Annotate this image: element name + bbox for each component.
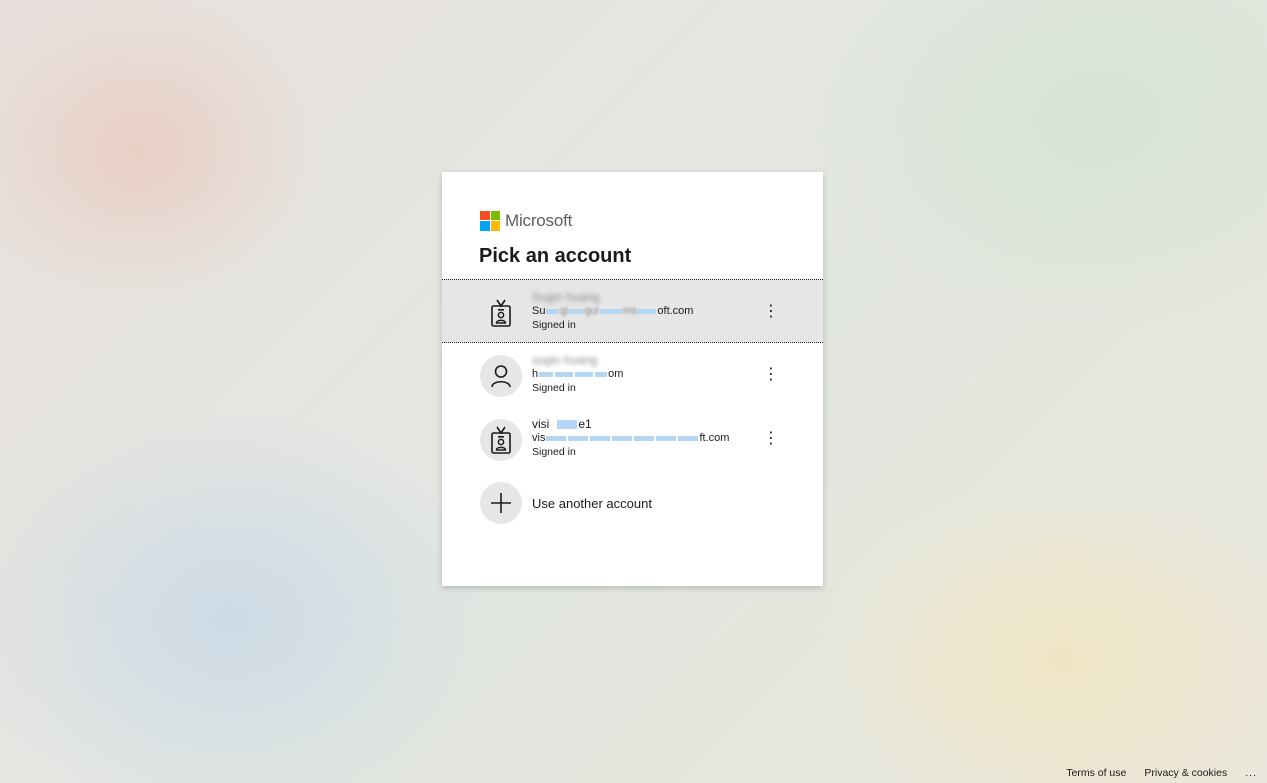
- account-status: Signed in: [532, 319, 576, 331]
- more-options-button[interactable]: ⋮: [759, 302, 783, 322]
- email-suffix: oft.com: [657, 305, 694, 317]
- account-status: Signed in: [532, 446, 576, 458]
- avatar: [480, 292, 522, 334]
- email-prefix: Su: [532, 305, 546, 317]
- account-name: sugin huang: [532, 353, 598, 367]
- account-name: Sugin huang: [532, 290, 600, 304]
- avatar: [480, 482, 522, 524]
- account-info: visi e1 vis ft.com Signed in: [532, 417, 762, 459]
- account-info: Sugin huang Su qi qui ms oft.com Signed in: [532, 290, 762, 332]
- email-prefix: vis: [532, 432, 546, 444]
- avatar: [480, 355, 522, 397]
- account-status: Signed in: [532, 382, 576, 394]
- microsoft-logo-icon: [480, 210, 500, 231]
- use-another-account-label: Use another account: [532, 496, 652, 511]
- avatar: [480, 419, 522, 461]
- name-prefix: visi: [532, 417, 550, 431]
- email-blurred-2: qui: [584, 305, 599, 317]
- account-email: vis ft.com: [532, 431, 762, 445]
- person-icon: [491, 365, 511, 388]
- footer: Terms of use Privacy & cookies ...: [1048, 767, 1257, 779]
- email-prefix: h: [532, 368, 539, 380]
- plus-icon: [491, 493, 511, 513]
- account-name: visi e1: [532, 417, 762, 431]
- account-email: Su qi qui ms oft.com: [532, 304, 762, 318]
- badge-icon: [491, 426, 511, 454]
- email-blurred: qi: [559, 305, 569, 317]
- page-title: Pick an account: [479, 245, 632, 267]
- account-item[interactable]: Sugin huang Su qi qui ms oft.com Signed in ⋮: [442, 279, 823, 343]
- more-options-button[interactable]: ⋮: [759, 365, 783, 385]
- use-another-account-button[interactable]: Use another account: [442, 474, 823, 538]
- email-suffix: ft.com: [699, 432, 730, 444]
- email-suffix: om: [608, 368, 624, 380]
- account-list: Sugin huang Su qi qui ms oft.com Signed in ⋮…: [442, 279, 823, 471]
- privacy-cookies-link[interactable]: Privacy & cookies: [1144, 767, 1227, 779]
- account-email: h om: [532, 367, 762, 381]
- more-options-button[interactable]: ⋮: [759, 429, 783, 449]
- account-picker-card: Microsoft Pick an account Sugin huang Su…: [442, 172, 823, 586]
- account-item[interactable]: sugin huang h om Signed in ⋮: [442, 343, 823, 407]
- badge-icon: [491, 299, 511, 327]
- brand-name: Microsoft: [505, 210, 573, 230]
- more-footer-button[interactable]: ...: [1245, 767, 1257, 779]
- terms-of-use-link[interactable]: Terms of use: [1066, 767, 1126, 779]
- brand: Microsoft: [480, 210, 572, 231]
- name-suffix: e1: [578, 417, 592, 431]
- account-item[interactable]: visi e1 vis ft.com Signed in ⋮: [442, 407, 823, 471]
- email-blurred-3: ms: [622, 305, 638, 317]
- account-info: sugin huang h om Signed in: [532, 353, 762, 395]
